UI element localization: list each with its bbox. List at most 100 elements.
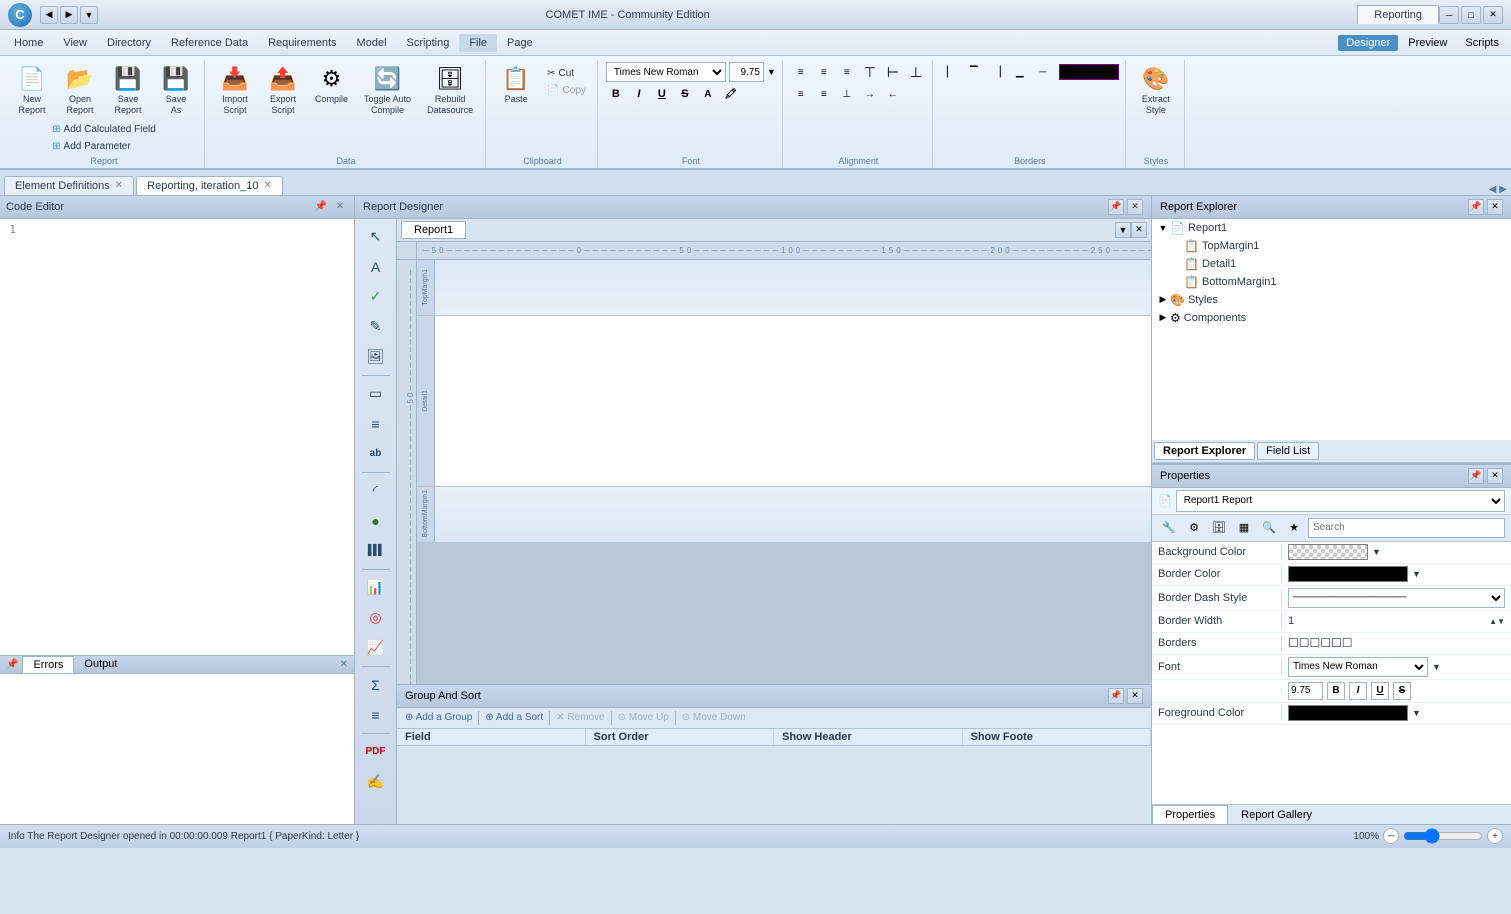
re-pin-btn[interactable]: 📌 [1468, 199, 1484, 215]
back-button[interactable]: ◀ [40, 6, 58, 24]
re-tab-explorer[interactable]: Report Explorer [1154, 442, 1255, 460]
add-sort-btn[interactable]: ⊕ Add a Sort [485, 712, 543, 723]
font-color-button[interactable]: A [698, 84, 718, 104]
italic-button[interactable]: I [629, 84, 649, 104]
align-bottom-button[interactable]: ⊥ [906, 62, 926, 82]
export-script-button[interactable]: 📤 ExportScript [261, 62, 305, 120]
tab-errors[interactable]: Errors [22, 656, 74, 673]
tool-rich-text2[interactable]: ab [360, 440, 392, 468]
tool-curve[interactable]: ◜ [360, 477, 392, 505]
tab-close-btn2[interactable]: ✕ [1131, 222, 1147, 238]
props-tool-datasource[interactable]: 🗄 [1208, 518, 1230, 538]
tree-styles[interactable]: ▶ 🎨 Styles [1152, 291, 1511, 309]
align-justify-button[interactable]: ≡ [791, 84, 811, 104]
prop-value-border-width[interactable]: 1 ▲▼ [1282, 613, 1511, 629]
zoom-out-btn[interactable]: ─ [1383, 828, 1399, 844]
tool-cross-tab[interactable]: ≡ [360, 701, 392, 729]
tree-bottommargin1[interactable]: 📋 BottomMargin1 [1152, 273, 1511, 291]
strikethrough-button[interactable]: S [675, 84, 695, 104]
border-bottom-btn[interactable]: ▁ [1010, 62, 1030, 82]
font-size-dropdown-icon[interactable]: ▼ [767, 67, 776, 77]
tab-nav-right[interactable]: ▶ [1499, 184, 1507, 195]
bg-color-dropdown[interactable]: ▼ [1372, 547, 1381, 557]
border-dash-style-select[interactable]: ──────────────── [1288, 588, 1505, 608]
tool-sparkline[interactable]: 📈 [360, 634, 392, 662]
menu-directory[interactable]: Directory [97, 34, 161, 52]
add-calculated-field-button[interactable]: ⊞ Add Calculated Field [47, 122, 161, 137]
align-distribute-button[interactable]: ≡ [814, 84, 834, 104]
tool-rich-text[interactable]: ✎ [360, 313, 392, 341]
props-tool-search[interactable]: 🔍 [1258, 518, 1280, 538]
props-tab-report-gallery[interactable]: Report Gallery [1228, 805, 1325, 824]
tree-detail1[interactable]: 📋 Detail1 [1152, 255, 1511, 273]
rd-pin-btn[interactable]: 📌 [1108, 199, 1124, 215]
preview-button[interactable]: Preview [1400, 35, 1455, 51]
tab-output[interactable]: Output [74, 656, 127, 672]
gs-pin-btn[interactable]: 📌 [1108, 688, 1124, 704]
prop-value-font[interactable]: Times New Roman ▼ [1282, 655, 1511, 679]
border-left-btn[interactable]: ▏ [941, 62, 961, 82]
panel-pin-button2[interactable]: 📌 [6, 659, 18, 670]
save-report-button[interactable]: 💾 SaveReport [106, 62, 150, 120]
menu-file[interactable]: File [459, 34, 497, 52]
cut-button[interactable]: ✂ Cut [542, 66, 591, 81]
prop-value-border-color[interactable]: ▼ [1282, 564, 1511, 584]
underline-button[interactable]: U [652, 84, 672, 104]
compile-button[interactable]: ⚙ Compile [309, 62, 354, 109]
props-tab-properties[interactable]: Properties [1152, 805, 1228, 824]
prop-value-bg-color[interactable]: ▼ [1282, 542, 1511, 562]
props-search-input[interactable] [1308, 518, 1505, 538]
tree-components[interactable]: ▶ ⚙ Components [1152, 309, 1511, 327]
add-parameter-button[interactable]: ⊞ Add Parameter [47, 139, 161, 154]
zoom-in-btn[interactable]: + [1487, 828, 1503, 844]
minimize-button[interactable]: ─ [1439, 6, 1459, 24]
rd-close-btn[interactable]: ✕ [1127, 199, 1143, 215]
props-tool-star[interactable]: ★ [1283, 518, 1305, 538]
save-as-button[interactable]: 💾 SaveAs [154, 62, 198, 120]
fg-color-dropdown[interactable]: ▼ [1412, 708, 1421, 718]
tab-reporting-close[interactable]: ✕ [263, 180, 271, 191]
font-select[interactable]: Times New Roman [1288, 657, 1428, 677]
code-editor-content[interactable]: 1 [0, 219, 354, 655]
move-down-btn[interactable]: ⊙ Move Down [682, 712, 746, 723]
border-line-style-btn[interactable]: ─ [1033, 62, 1053, 82]
align-3-button[interactable]: ⊥ [837, 84, 857, 104]
panel-close-button[interactable]: ✕ [332, 199, 348, 215]
remove-btn[interactable]: ✕ Remove [556, 712, 604, 723]
font-underline-prop-btn[interactable]: U [1371, 682, 1389, 700]
props-tool-events[interactable]: 🔧 [1158, 518, 1180, 538]
align-middle-button[interactable]: ⊢ [883, 62, 903, 82]
prop-value-fg-color[interactable]: ▼ [1282, 703, 1511, 723]
menu-view[interactable]: View [53, 34, 97, 52]
panel-pin-button[interactable]: 📌 [313, 199, 329, 215]
borders-checkboxes[interactable]: ☐☐☐☐☐☐ [1288, 636, 1353, 650]
tool-signature[interactable]: ✍ [360, 768, 392, 796]
tab-dropdown-btn[interactable]: ▼ [1115, 222, 1131, 238]
new-report-button[interactable]: 📄 NewReport [10, 62, 54, 120]
highlight-button[interactable]: 🖍 [721, 84, 741, 104]
tool-select[interactable]: ↖ [360, 223, 392, 251]
tree-topmargin1[interactable]: 📋 TopMargin1 [1152, 237, 1511, 255]
border-right-btn[interactable]: ▕ [987, 62, 1007, 82]
tool-pdf[interactable]: PDF [360, 738, 392, 766]
tab-reporting[interactable]: Reporting, iteration_10 ✕ [136, 176, 283, 195]
prop-value-font-controls[interactable]: B I U S [1282, 680, 1511, 702]
tab-nav-left[interactable]: ◀ [1489, 184, 1497, 195]
tool-gauge[interactable]: ◎ [360, 604, 392, 632]
tab-element-definitions[interactable]: Element Definitions ✕ [4, 176, 134, 195]
menu-reference-data[interactable]: Reference Data [161, 34, 258, 52]
font-family-select[interactable]: Times New Roman [606, 62, 726, 82]
tool-chart[interactable]: 📊 [360, 574, 392, 602]
tool-lines[interactable]: ≡ [360, 410, 392, 438]
font-italic-prop-btn[interactable]: I [1349, 682, 1367, 700]
border-color-dropdown[interactable]: ▼ [1412, 569, 1421, 579]
props-pin-btn[interactable]: 📌 [1468, 468, 1484, 484]
border-color-swatch[interactable] [1059, 64, 1119, 80]
tool-image[interactable]: 🖼 [360, 343, 392, 371]
designer-button[interactable]: Designer [1338, 35, 1398, 51]
re-tab-fieldlist[interactable]: Field List [1257, 442, 1319, 460]
menu-scripting[interactable]: Scripting [397, 34, 460, 52]
font-size-input[interactable] [729, 62, 764, 82]
zoom-slider[interactable] [1403, 828, 1483, 844]
border-top-btn[interactable]: ▔ [964, 62, 984, 82]
